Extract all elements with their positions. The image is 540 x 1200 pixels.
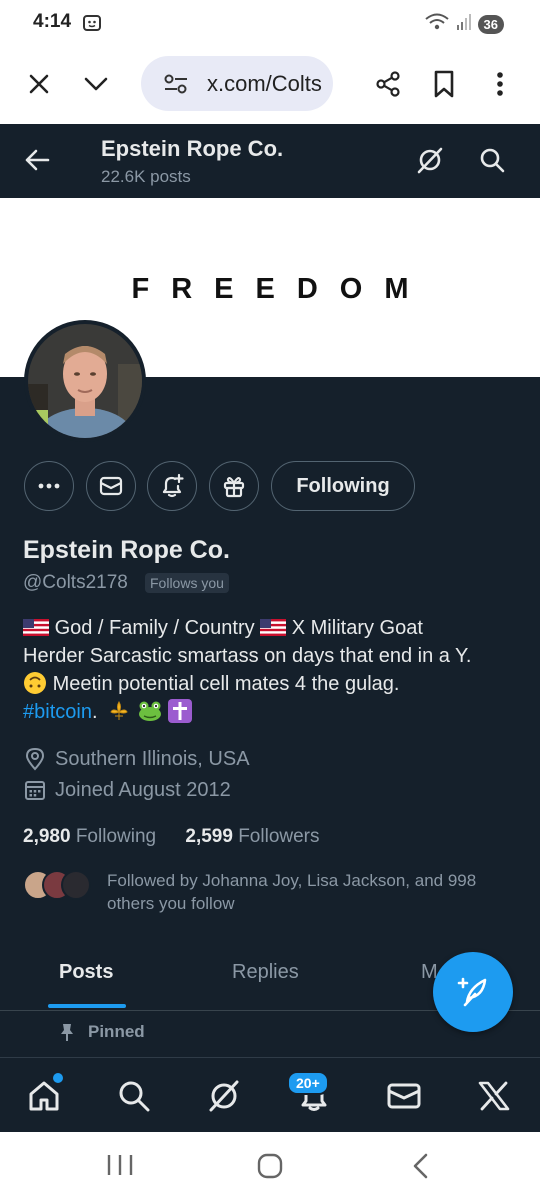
gift-icon (223, 477, 245, 498)
more-vertical-icon (497, 72, 503, 96)
recent-apps-icon (107, 1155, 133, 1175)
bell-plus-icon (162, 473, 184, 498)
message-button[interactable] (86, 461, 136, 511)
bitcoin-hashtag-link[interactable]: #bitcoin (23, 701, 92, 723)
wifi-icon (424, 12, 450, 37)
pinned-indicator: Pinned (58, 1022, 145, 1042)
notification-badge: 20+ (287, 1071, 329, 1095)
profile-header: Epstein Rope Co. 22.6K posts (0, 124, 540, 198)
pin-icon (61, 1024, 73, 1041)
bottom-nav: 20+ (0, 1057, 540, 1132)
mail-icon (387, 1083, 421, 1109)
home-button[interactable] (256, 1152, 284, 1185)
grok-icon (209, 1080, 239, 1112)
location-row: Southern Illinois, USA (23, 747, 250, 771)
profile-name: Epstein Rope Co. (23, 536, 230, 564)
grok-button[interactable] (410, 140, 450, 180)
upside-down-face-icon (24, 672, 46, 694)
header-post-count: 22.6K posts (101, 167, 191, 186)
back-nav-button[interactable] (410, 1152, 432, 1185)
browser-toolbar: x.com/Colts (0, 46, 540, 124)
location-pin-icon (25, 747, 45, 771)
home-square-icon (257, 1153, 283, 1179)
tab-replies[interactable]: Replies (232, 961, 299, 984)
location-text: Southern Illinois, USA (55, 747, 250, 770)
url-bar[interactable]: x.com/Colts (141, 56, 333, 111)
us-flag-icon (260, 619, 287, 636)
bio-text-1b: X Military Goat (291, 617, 423, 639)
bio-text-3: Meetin potential cell mates 4 the gulag. (52, 673, 400, 695)
bookmark-icon (434, 70, 454, 98)
avatar[interactable] (61, 870, 91, 900)
following-button[interactable]: Following (271, 461, 415, 511)
search-icon (480, 148, 505, 173)
collapse-toolbar-button[interactable] (76, 64, 116, 104)
nav-grok[interactable] (204, 1076, 244, 1116)
search-button[interactable] (472, 140, 512, 180)
x-logo-icon (478, 1081, 510, 1111)
close-tab-button[interactable] (19, 64, 59, 104)
compose-feather-icon (457, 977, 487, 1007)
following-stat[interactable]: 2,980 Following (23, 826, 156, 847)
profile-bio: God / Family / Country X Military Goat H… (23, 614, 523, 726)
share-icon (376, 71, 400, 97)
bookmark-button[interactable] (424, 64, 464, 104)
chevron-left-icon (413, 1153, 428, 1179)
header-title: Epstein Rope Co. (101, 136, 284, 161)
nav-messages[interactable] (384, 1076, 424, 1116)
grok-icon (417, 147, 443, 174)
home-unread-dot (53, 1073, 63, 1083)
following-label: Following (75, 826, 157, 847)
mail-icon (99, 476, 123, 496)
battery-indicator: 36 (477, 15, 504, 34)
home-icon (29, 1081, 59, 1111)
fleur-icon (110, 701, 128, 720)
notifications-subscribe-button[interactable] (147, 461, 197, 511)
back-button[interactable] (17, 140, 57, 180)
followed-by-text[interactable]: Followed by Johanna Joy, Lisa Jackson, a… (107, 869, 517, 915)
search-icon (119, 1081, 150, 1112)
status-bar: 4:14 36 (0, 0, 540, 46)
calendar-icon (25, 781, 45, 800)
chevron-down-icon (84, 77, 108, 91)
site-settings-icon[interactable] (163, 72, 189, 101)
bio-text-1a: God / Family / Country (54, 617, 255, 639)
joined-text: Joined August 2012 (55, 778, 231, 801)
more-menu-button[interactable] (480, 64, 520, 104)
share-button[interactable] (368, 64, 408, 104)
followers-count: 2,599 (185, 826, 233, 847)
gift-button[interactable] (209, 461, 259, 511)
screenshot-app-icon (82, 13, 102, 38)
status-time: 4:14 (33, 11, 72, 32)
follows-you-badge: Follows you (145, 573, 229, 593)
following-count: 2,980 (23, 826, 71, 847)
active-tab-indicator (48, 1004, 126, 1008)
us-flag-icon (23, 619, 49, 636)
frog-icon (138, 701, 161, 721)
followers-stat[interactable]: 2,599 Followers (185, 826, 319, 847)
close-icon (29, 74, 49, 94)
recent-apps-button[interactable] (105, 1152, 135, 1183)
more-options-button[interactable] (24, 461, 74, 511)
back-arrow-icon (25, 149, 50, 171)
avatar[interactable] (24, 320, 146, 442)
follow-stats: 2,980 Following 2,599 Followers (23, 826, 320, 848)
nav-search[interactable] (114, 1076, 154, 1116)
followers-label: Followers (238, 826, 320, 847)
nav-x-premium[interactable] (474, 1076, 514, 1116)
bio-text-2: Herder Sarcastic smartass on days that e… (23, 645, 472, 667)
banner-text: FREEDOM (131, 273, 431, 305)
compose-post-button[interactable] (433, 952, 513, 1032)
url-text: x.com/Colts (207, 71, 322, 96)
more-horizontal-icon (38, 483, 60, 489)
latin-cross-icon (168, 699, 193, 723)
signal-icon (456, 13, 472, 36)
pinned-label: Pinned (88, 1022, 145, 1041)
joined-row: Joined August 2012 (23, 778, 231, 802)
profile-handle: @Colts2178 (23, 572, 128, 593)
android-nav-bar (0, 1132, 540, 1200)
tab-posts[interactable]: Posts (59, 961, 113, 984)
